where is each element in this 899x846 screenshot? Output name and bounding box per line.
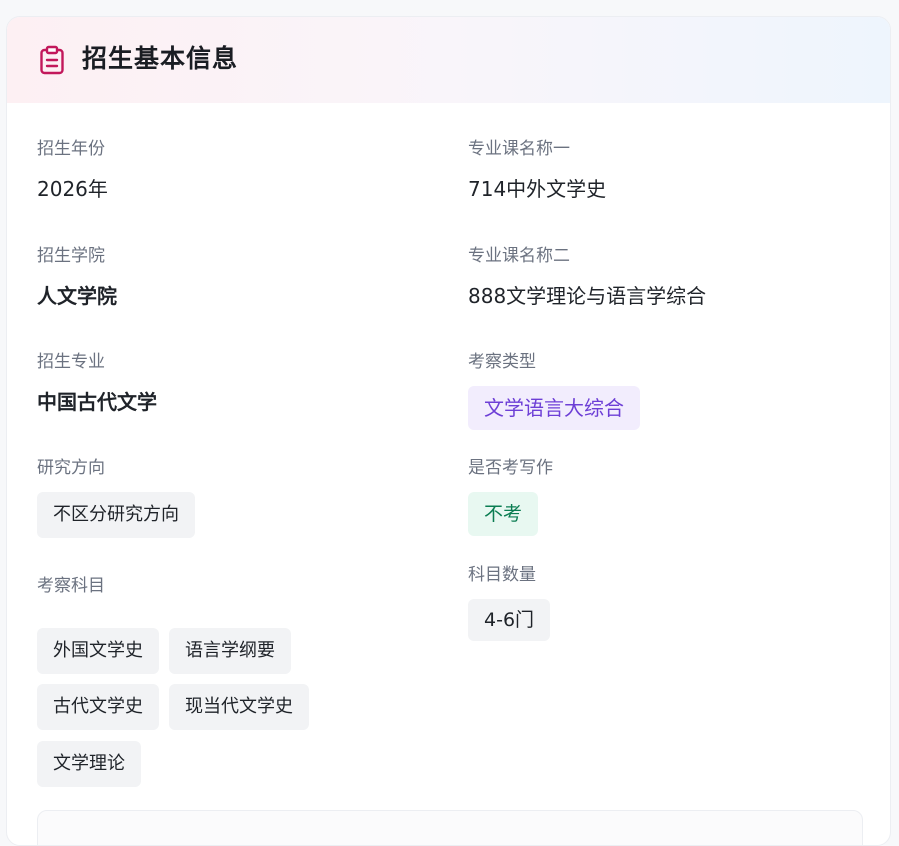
field-value: 2026年 — [37, 177, 108, 201]
field-exam-type: 考察类型 文学语言大综合 — [468, 350, 640, 430]
field-label: 研究方向 — [37, 458, 105, 478]
field-label: 专业课名称二 — [468, 246, 570, 266]
field-label: 考察类型 — [468, 352, 536, 372]
subject-chip: 外国文学史 — [37, 628, 159, 674]
field-writing: 是否考写作 不考 — [468, 456, 553, 536]
field-direction: 研究方向 不区分研究方向 — [37, 456, 195, 538]
field-college: 招生学院 人文学院 — [37, 244, 117, 310]
field-value: 714中外文学史 — [468, 177, 607, 201]
subject-row: 文学理论 — [37, 741, 151, 787]
field-label: 考察科目 — [37, 576, 105, 596]
subject-row: 外国文学史 语言学纲要 — [37, 628, 301, 674]
field-label: 招生专业 — [37, 352, 105, 372]
bottom-section — [37, 810, 863, 845]
writing-badge: 不考 — [468, 492, 539, 536]
field-value: 中国古代文学 — [37, 390, 157, 414]
field-major: 招生专业 中国古代文学 — [37, 350, 157, 416]
field-label: 科目数量 — [468, 565, 536, 585]
subject-chip: 文学理论 — [37, 741, 141, 787]
field-label: 招生年份 — [37, 139, 105, 159]
field-value: 人文学院 — [37, 284, 117, 308]
direction-chip: 不区分研究方向 — [37, 492, 195, 538]
field-year: 招生年份 2026年 — [37, 137, 108, 203]
card-title: 招生基本信息 — [82, 44, 239, 73]
field-label: 专业课名称一 — [468, 139, 570, 159]
admission-info-card: 招生基本信息 招生年份 2026年 招生学院 人文学院 招生专业 中国古代文学 … — [6, 16, 891, 846]
field-subject-count: 科目数量 4-6门 — [468, 563, 551, 641]
subject-chip: 现当代文学史 — [169, 684, 309, 730]
subject-row: 古代文学史 现当代文学史 — [37, 684, 319, 730]
subject-count-chip: 4-6门 — [468, 599, 551, 641]
field-course1: 专业课名称一 714中外文学史 — [468, 137, 606, 203]
subject-chip: 语言学纲要 — [169, 628, 291, 674]
field-subjects: 考察科目 — [37, 574, 105, 598]
clipboard-icon — [40, 45, 64, 75]
subject-chip: 古代文学史 — [37, 684, 159, 730]
field-course2: 专业课名称二 888文学理论与语言学综合 — [468, 244, 706, 310]
field-label: 招生学院 — [37, 246, 105, 266]
field-label: 是否考写作 — [468, 458, 553, 478]
field-value: 888文学理论与语言学综合 — [468, 284, 707, 308]
card-header: 招生基本信息 — [7, 17, 890, 103]
exam-type-badge: 文学语言大综合 — [468, 386, 640, 430]
